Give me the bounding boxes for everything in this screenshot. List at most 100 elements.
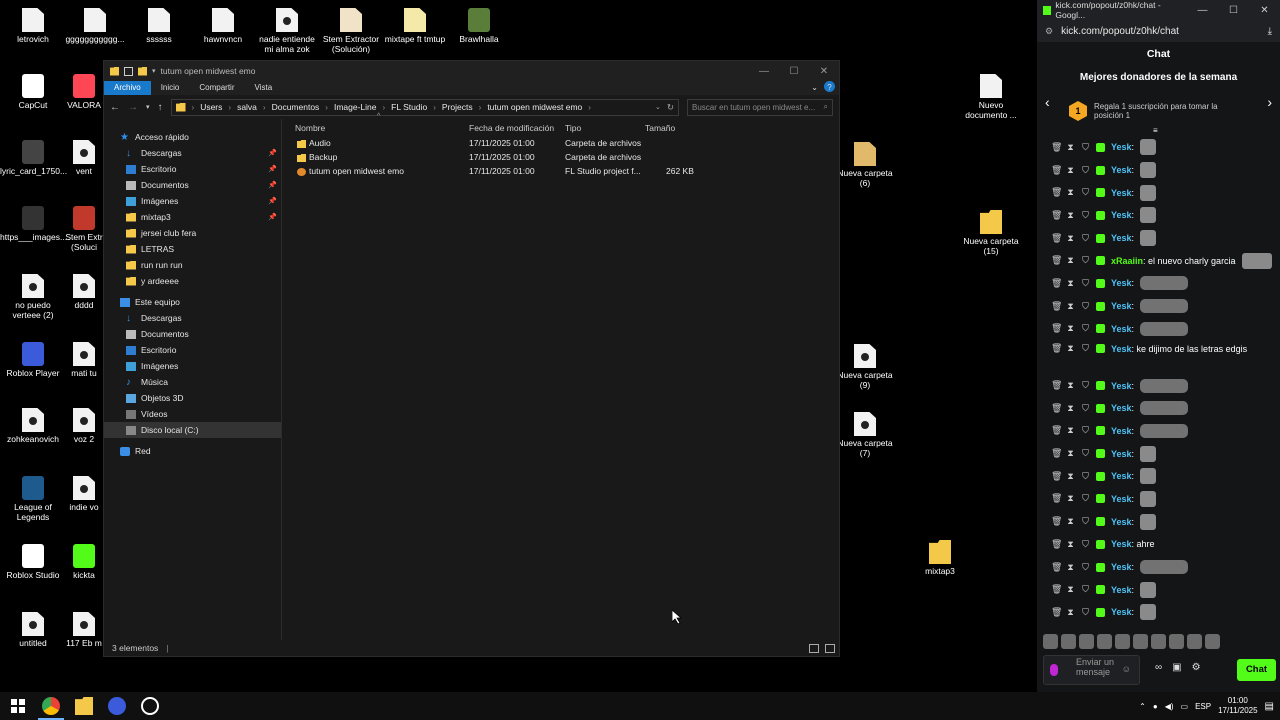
trash-icon[interactable]: 🗑 xyxy=(1051,188,1062,197)
new-folder-icon[interactable] xyxy=(138,66,147,76)
timeout-icon[interactable]: ⧗ xyxy=(1066,210,1075,220)
close-button[interactable]: ✕ xyxy=(1249,5,1280,16)
trash-icon[interactable]: 🗑 xyxy=(1051,301,1062,311)
timeout-icon[interactable]: ⧗ xyxy=(1066,517,1075,526)
app-icon[interactable] xyxy=(108,697,126,715)
desktop-icon[interactable]: Roblox Player xyxy=(0,342,66,378)
pin-icon[interactable]: 📌 xyxy=(268,181,277,189)
timeout-icon[interactable]: ⧗ xyxy=(1066,403,1075,413)
chat-username[interactable]: Yesk xyxy=(1111,426,1132,436)
desktop-icon[interactable]: VALORA xyxy=(62,74,106,110)
timeout-icon[interactable]: ⧗ xyxy=(1066,539,1075,549)
desktop-icon[interactable]: vent xyxy=(62,140,106,176)
breadcrumb-documentos[interactable]: Documentos xyxy=(272,102,320,112)
timeout-icon[interactable]: ⧗ xyxy=(1066,585,1075,594)
breadcrumb-current[interactable]: tutum open midwest emo xyxy=(487,102,582,112)
chat-username[interactable]: Yesk xyxy=(1111,188,1132,198)
emoji-icon[interactable]: ☺ xyxy=(1122,664,1131,674)
shield-icon[interactable]: ⛉ xyxy=(1081,142,1090,152)
shield-icon[interactable]: ⛉ xyxy=(1081,585,1090,594)
trash-icon[interactable]: 🗑 xyxy=(1051,517,1062,526)
desktop-icon[interactable]: dddd xyxy=(62,274,106,310)
nav-item-letras[interactable]: LETRAS xyxy=(104,241,281,257)
address-bar[interactable]: › Users › salva › Documentos › Image-Line › … xyxy=(170,98,679,116)
shield-icon[interactable]: ⛉ xyxy=(1081,256,1090,265)
shield-icon[interactable]: ⛉ xyxy=(1081,324,1090,333)
timeout-icon[interactable]: ⧗ xyxy=(1066,562,1075,572)
tab-vista[interactable]: Vista xyxy=(245,81,283,95)
desktop-icon[interactable]: ggggggggggg... xyxy=(62,8,128,44)
emote-icon[interactable] xyxy=(1097,634,1112,649)
prev-arrow-icon[interactable]: ‹ xyxy=(1045,94,1050,110)
timeout-icon[interactable]: ⧗ xyxy=(1066,165,1075,175)
nav-item-run-run-run[interactable]: run run run xyxy=(104,257,281,273)
language-indicator[interactable]: ESP xyxy=(1195,702,1211,711)
chat-username[interactable]: Yesk xyxy=(1111,210,1132,220)
trash-icon[interactable]: 🗑 xyxy=(1051,142,1062,152)
shield-icon[interactable]: ⛉ xyxy=(1081,517,1090,526)
breadcrumb-projects[interactable]: Projects xyxy=(442,102,473,112)
nav-pc-objetos-3d[interactable]: Objetos 3D xyxy=(104,390,281,406)
search-input[interactable]: Buscar en tutum open midwest e... ⌕ xyxy=(687,98,833,116)
trash-icon[interactable]: 🗑 xyxy=(1051,381,1062,390)
trash-icon[interactable]: 🗑 xyxy=(1051,539,1062,549)
emote-icon[interactable] xyxy=(1169,634,1184,649)
desktop-icon[interactable]: untitled xyxy=(0,612,66,648)
desktop-icon[interactable]: Nueva carpeta (6) xyxy=(832,142,898,188)
desktop-icon[interactable]: ssssss xyxy=(126,8,192,44)
nav-pc-disco-local[interactable]: Disco local (C:) xyxy=(104,422,281,438)
nav-quick-access[interactable]: ★ Acceso rápido xyxy=(104,129,281,145)
url-bar[interactable]: ⚙ kick.com/popout/z0hk/chat ⤓ xyxy=(1037,20,1280,42)
trash-icon[interactable]: 🗑 xyxy=(1051,494,1062,503)
trash-icon[interactable]: 🗑 xyxy=(1051,426,1062,435)
chrome-icon[interactable] xyxy=(42,697,60,715)
desktop-icon[interactable]: League of Legends xyxy=(0,476,66,522)
nav-network[interactable]: Red xyxy=(104,443,281,459)
chat-input[interactable]: Enviar un mensaje ☺ xyxy=(1043,655,1140,685)
app-icon[interactable] xyxy=(141,697,159,715)
minimize-button[interactable]: — xyxy=(749,66,779,77)
tab-archivo[interactable]: Archivo xyxy=(104,81,151,95)
trash-icon[interactable]: 🗑 xyxy=(1051,403,1062,413)
desktop-icon[interactable]: mixtape ft tmtup xyxy=(382,8,448,44)
trash-icon[interactable]: 🗑 xyxy=(1051,344,1062,353)
column-fecha[interactable]: Fecha de modificación xyxy=(469,123,554,133)
shield-icon[interactable]: ⛉ xyxy=(1081,233,1090,243)
expand-ribbon-icon[interactable]: ⌄ xyxy=(811,81,818,95)
emote-icon[interactable] xyxy=(1043,634,1058,649)
file-row[interactable]: Audio 17/11/2025 01:00 Carpeta de archiv… xyxy=(283,137,839,151)
shield-icon[interactable]: ⛉ xyxy=(1081,381,1090,390)
desktop-icon[interactable]: indie vo xyxy=(62,476,106,512)
timeout-icon[interactable]: ⧗ xyxy=(1066,324,1075,333)
shield-icon[interactable]: ⛉ xyxy=(1081,278,1090,288)
nav-pc-videos[interactable]: Vídeos xyxy=(104,406,281,422)
timeout-icon[interactable]: ⧗ xyxy=(1066,449,1075,458)
customize-toolbar-icon[interactable]: ▾ xyxy=(152,67,156,75)
settings-gear-icon[interactable]: ⚙ xyxy=(1192,662,1201,673)
shield-icon[interactable]: ⛉ xyxy=(1081,471,1090,481)
desktop-icon[interactable]: Nueva carpeta (15) xyxy=(958,210,1024,256)
desktop-icon[interactable]: Stem Extr (Soluci xyxy=(62,206,106,252)
chat-username[interactable]: Yesk xyxy=(1111,165,1132,175)
tab-compartir[interactable]: Compartir xyxy=(189,81,244,95)
timeout-icon[interactable]: ⧗ xyxy=(1066,344,1075,353)
pin-icon[interactable]: 📌 xyxy=(268,149,277,157)
shield-icon[interactable]: ⛉ xyxy=(1081,403,1090,413)
timeout-icon[interactable]: ⧗ xyxy=(1066,381,1075,390)
column-tipo[interactable]: Tipo xyxy=(565,123,581,133)
nav-this-pc[interactable]: Este equipo xyxy=(104,294,281,310)
chat-username[interactable]: Yesk xyxy=(1111,324,1132,334)
nav-pc-escritorio[interactable]: Escritorio xyxy=(104,342,281,358)
desktop-icon[interactable]: Roblox Studio xyxy=(0,544,66,580)
emote-icon[interactable] xyxy=(1151,634,1166,649)
desktop-icon[interactable]: https___images.... xyxy=(0,206,69,242)
chat-username[interactable]: Yesk xyxy=(1111,539,1132,549)
chat-username[interactable]: Yesk xyxy=(1111,562,1132,572)
emote-icon[interactable] xyxy=(1133,634,1148,649)
trash-icon[interactable]: 🗑 xyxy=(1051,233,1062,243)
properties-icon[interactable] xyxy=(124,66,133,76)
breadcrumb-image-line[interactable]: Image-Line xyxy=(334,102,377,112)
details-view-icon[interactable] xyxy=(809,643,819,653)
back-arrow-icon[interactable]: ← xyxy=(110,102,120,113)
trash-icon[interactable]: 🗑 xyxy=(1051,585,1062,594)
